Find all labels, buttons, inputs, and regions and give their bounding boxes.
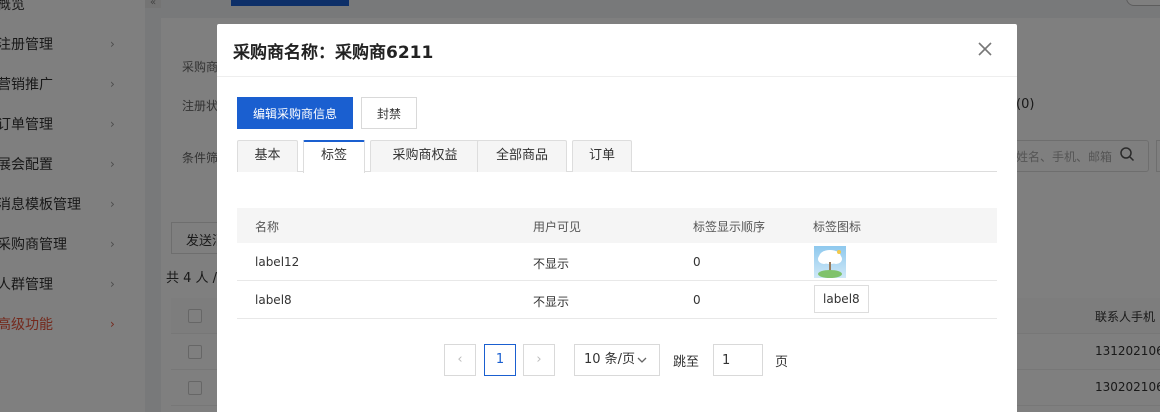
modal-header: 采购商名称：采购商6211 <box>217 24 1017 77</box>
jump-page-input[interactable] <box>713 344 763 376</box>
cell-order: 0 <box>693 255 701 269</box>
tab-orders[interactable]: 订单 <box>572 140 632 172</box>
tab-tags[interactable]: 标签 <box>303 140 365 173</box>
chevron-down-icon <box>637 357 647 363</box>
edit-buyer-button[interactable]: 编辑采购商信息 <box>237 97 353 129</box>
pagination: ‹ 1 › 10 条/页 跳至 页 <box>217 344 1017 376</box>
page-suffix: 页 <box>775 355 789 370</box>
ban-button[interactable]: 封禁 <box>361 97 417 129</box>
page-size-select[interactable]: 10 条/页 <box>574 344 660 376</box>
cell-visible: 不显示 <box>533 257 570 271</box>
modal-title: 采购商名称：采购商6211 <box>233 43 434 63</box>
column-header-name: 名称 <box>255 220 280 234</box>
jump-label: 跳至 <box>673 355 700 370</box>
close-icon[interactable] <box>975 39 995 59</box>
column-header-icon: 标签图标 <box>813 220 862 234</box>
column-header-visible: 用户可见 <box>533 220 582 234</box>
next-page-button[interactable]: › <box>523 344 555 376</box>
tag-image-icon <box>814 246 846 278</box>
tab-bar: 基本 标签 采购商权益 全部商品 订单 <box>237 140 997 173</box>
prev-page-button[interactable]: ‹ <box>444 344 476 376</box>
tab-buyer-benefits[interactable]: 采购商权益 <box>370 140 480 172</box>
tag-label-badge: label8 <box>814 285 869 313</box>
tab-all-products[interactable]: 全部商品 <box>477 140 567 172</box>
cell-order: 0 <box>693 293 701 307</box>
cell-visible: 不显示 <box>533 295 570 309</box>
table-row: label8 不显示 0 label8 <box>237 281 997 319</box>
buyer-detail-modal: 采购商名称：采购商6211 编辑采购商信息 封禁 基本 标签 采购商权益 全部商… <box>217 24 1017 412</box>
page-button[interactable]: 1 <box>484 344 516 376</box>
table-row: label12 不显示 0 <box>237 243 997 281</box>
tab-basic[interactable]: 基本 <box>237 140 298 172</box>
column-header-order: 标签显示顺序 <box>693 220 766 234</box>
cell-name: label12 <box>255 255 300 269</box>
table-header: 名称 用户可见 标签显示顺序 标签图标 <box>237 208 997 243</box>
cell-name: label8 <box>255 293 292 307</box>
